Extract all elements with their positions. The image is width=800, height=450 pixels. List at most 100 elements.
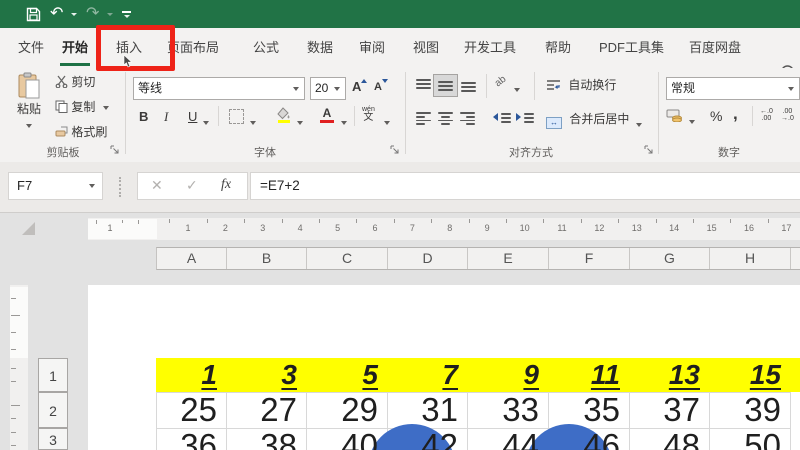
cell[interactable]: 9 [467, 358, 539, 392]
cell[interactable]: 39 [709, 392, 781, 428]
cell[interactable]: 5 [306, 358, 378, 392]
column-header-E[interactable]: E [468, 248, 549, 269]
merge-center-button[interactable]: ↔ 合并后居中 [546, 110, 629, 129]
cell[interactable]: 46 [548, 428, 620, 450]
borders-button[interactable] [229, 109, 244, 127]
font-color-button[interactable]: A [320, 107, 334, 123]
worksheet-grid[interactable]: 1 3 5 7 9 11 13 15 25 27 29 31 33 35 37 39 36 38 40 42 44 46 4… [88, 285, 800, 450]
cancel-icon[interactable]: ✕ [151, 177, 163, 194]
row-header-1[interactable]: 1 [38, 358, 68, 392]
percent-style-button[interactable]: % [710, 108, 722, 124]
font-color-dropdown[interactable] [341, 115, 347, 129]
column-header-H[interactable]: H [710, 248, 791, 269]
tab-data[interactable]: 数据 [303, 28, 337, 68]
increase-font-size-button[interactable]: A [352, 79, 368, 94]
clipboard-dialog-launcher[interactable] [110, 145, 120, 155]
cell[interactable]: 13 [629, 358, 700, 392]
name-box[interactable]: F7 [8, 172, 103, 200]
middle-align-button[interactable] [433, 74, 458, 97]
cell[interactable]: 50 [709, 428, 781, 450]
save-button[interactable] [26, 0, 41, 28]
column-header-G[interactable]: G [630, 248, 710, 269]
row-header-2[interactable]: 2 [38, 392, 68, 428]
paste-button[interactable]: 粘贴 [10, 72, 48, 131]
cell[interactable]: 29 [306, 392, 378, 428]
decrease-font-size-button[interactable]: A [374, 79, 388, 93]
enter-icon[interactable]: ✓ [186, 177, 198, 194]
cell[interactable]: 3 [226, 358, 297, 392]
merge-center-dropdown[interactable] [636, 117, 642, 131]
format-painter-button[interactable]: 格式刷 [55, 123, 107, 140]
accounting-format-button[interactable] [666, 108, 683, 122]
cell[interactable]: 36 [156, 428, 217, 450]
cell[interactable]: 42 [387, 428, 458, 450]
number-format-combo[interactable]: 常规 [666, 77, 800, 100]
decrease-indent-button[interactable] [493, 112, 512, 126]
cell[interactable]: 11 [548, 358, 620, 392]
font-dialog-launcher[interactable] [390, 145, 400, 155]
tab-review[interactable]: 审阅 [355, 28, 389, 68]
formula-input[interactable]: =E7+2 [250, 172, 800, 200]
cell[interactable]: 7 [387, 358, 458, 392]
underline-button[interactable]: U [188, 109, 197, 124]
bold-button[interactable]: B [139, 109, 148, 124]
cell[interactable]: 40 [306, 428, 378, 450]
orientation-dropdown[interactable] [514, 82, 520, 96]
undo-button[interactable]: ↶ [50, 0, 63, 28]
column-header-D[interactable]: D [388, 248, 468, 269]
column-header-F[interactable]: F [549, 248, 630, 269]
italic-button[interactable]: I [164, 109, 168, 125]
cell[interactable]: 25 [156, 392, 217, 428]
comma-style-button[interactable]: , [733, 104, 738, 124]
cell[interactable]: 1 [156, 358, 217, 392]
column-header-B[interactable]: B [227, 248, 307, 269]
tab-baidu-netdisk[interactable]: 百度网盘 [685, 28, 745, 68]
cell[interactable]: 44 [467, 428, 539, 450]
wrap-text-button[interactable]: 自动换行 [546, 76, 616, 93]
tab-formulas[interactable]: 公式 [249, 28, 283, 68]
undo-dropdown[interactable] [71, 0, 77, 28]
bottom-align-button[interactable] [461, 79, 476, 92]
tab-developer[interactable]: 开发工具 [460, 28, 520, 68]
align-center-button[interactable] [438, 112, 453, 125]
insert-function-icon[interactable]: fx [221, 177, 231, 193]
alignment-dialog-launcher[interactable] [644, 145, 654, 155]
cell[interactable]: 33 [467, 392, 539, 428]
redo-dropdown[interactable] [107, 0, 113, 28]
redo-button[interactable]: ↷ [86, 0, 99, 28]
tab-help[interactable]: 帮助 [541, 28, 575, 68]
fill-color-button[interactable] [276, 107, 292, 123]
fill-color-dropdown[interactable] [297, 115, 303, 129]
phonetic-guide-dropdown[interactable] [384, 115, 390, 129]
tab-pdf-tools[interactable]: PDF工具集 [595, 28, 668, 68]
cell[interactable]: 31 [387, 392, 458, 428]
accounting-format-dropdown[interactable] [689, 114, 695, 128]
tab-home[interactable]: 开始 [58, 28, 92, 68]
cell[interactable]: 37 [629, 392, 700, 428]
name-box-resize-handle[interactable] [119, 177, 121, 197]
borders-dropdown[interactable] [250, 115, 256, 129]
increase-decimal-button[interactable]: ←.0 .00 [760, 108, 773, 122]
column-header-A[interactable]: A [157, 248, 227, 269]
select-all-button[interactable] [22, 222, 35, 235]
align-right-button[interactable] [460, 112, 475, 125]
increase-indent-button[interactable] [516, 112, 535, 126]
tab-file[interactable]: 文件 [14, 28, 48, 68]
customize-quick-access-button[interactable] [122, 0, 131, 28]
cell[interactable]: 48 [629, 428, 700, 450]
tab-view[interactable]: 视图 [409, 28, 443, 68]
top-align-button[interactable] [416, 79, 431, 92]
font-size-combo[interactable]: 20 [310, 77, 346, 100]
decrease-decimal-button[interactable]: .00 →.0 [781, 108, 794, 122]
align-left-button[interactable] [416, 112, 431, 125]
column-header-C[interactable]: C [307, 248, 388, 269]
cell[interactable]: 27 [226, 392, 297, 428]
copy-button[interactable]: 复制 [55, 98, 109, 115]
orientation-button[interactable]: ab [493, 74, 509, 90]
underline-dropdown[interactable] [203, 115, 209, 129]
row-header-3[interactable]: 3 [38, 428, 68, 450]
phonetic-guide-button[interactable]: wén 文 [362, 106, 375, 123]
cell[interactable]: 35 [548, 392, 620, 428]
cell[interactable]: 15 [709, 358, 781, 392]
font-name-combo[interactable]: 等线 [133, 77, 305, 100]
